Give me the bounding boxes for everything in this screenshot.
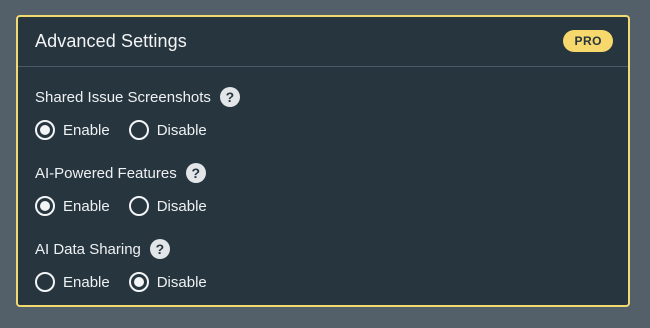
disable-radio-option[interactable]: Disable — [128, 120, 207, 140]
option-label[interactable]: Enable — [63, 274, 110, 291]
option-label[interactable]: Disable — [157, 122, 207, 139]
question-circle-icon[interactable]: ? — [149, 239, 170, 259]
setting-shared-issue-screenshots: Shared Issue Screenshots ? Enable Disabl… — [35, 86, 240, 141]
setting-label: AI Data Sharing — [35, 240, 141, 258]
option-label[interactable]: Disable — [157, 274, 207, 291]
setting-ai-powered-features: AI-Powered Features ? Enable Disable — [35, 162, 226, 217]
radio-group: Enable Disable — [35, 271, 226, 293]
enable-radio-option[interactable]: Enable — [35, 120, 110, 140]
setting-ai-data-sharing: AI Data Sharing ? Enable Disable — [35, 238, 226, 293]
setting-label-row: AI Data Sharing ? — [35, 238, 226, 260]
radio-button[interactable] — [35, 272, 55, 292]
setting-label: Shared Issue Screenshots — [35, 88, 211, 106]
option-label[interactable]: Enable — [63, 198, 110, 215]
radio-button[interactable] — [128, 120, 149, 140]
setting-label-row: AI-Powered Features ? — [35, 162, 226, 184]
panel-title: Advanced Settings — [35, 31, 187, 51]
radio-button[interactable] — [128, 196, 149, 216]
option-label[interactable]: Enable — [63, 122, 110, 139]
setting-label-row: Shared Issue Screenshots ? — [35, 86, 240, 108]
option-label[interactable]: Disable — [157, 198, 207, 215]
advanced-settings-panel: Advanced Settings PRO Shared Issue Scree… — [16, 15, 630, 307]
disable-radio-option[interactable]: Disable — [128, 272, 207, 292]
question-circle-icon[interactable]: ? — [219, 87, 240, 107]
panel-header: Advanced Settings PRO — [18, 17, 628, 67]
radio-button-checked[interactable] — [35, 120, 55, 140]
radio-group: Enable Disable — [35, 119, 240, 141]
radio-group: Enable Disable — [35, 195, 226, 217]
setting-label: AI-Powered Features — [35, 164, 177, 182]
enable-radio-option[interactable]: Enable — [35, 196, 110, 216]
pro-badge: PRO — [563, 30, 613, 52]
radio-button-checked[interactable] — [128, 272, 149, 292]
enable-radio-option[interactable]: Enable — [35, 272, 110, 292]
disable-radio-option[interactable]: Disable — [128, 196, 207, 216]
radio-button-checked[interactable] — [35, 196, 55, 216]
question-circle-icon[interactable]: ? — [185, 163, 206, 183]
